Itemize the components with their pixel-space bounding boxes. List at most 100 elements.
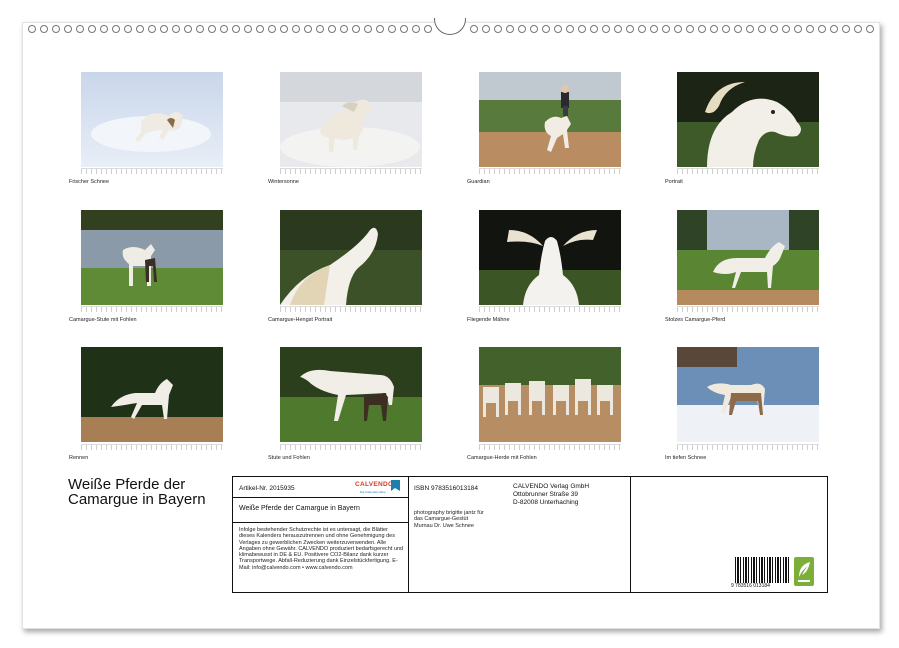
binding-ring bbox=[842, 25, 850, 33]
month-photo-12 bbox=[677, 347, 819, 442]
binding-ring bbox=[28, 25, 36, 33]
month-photo-8 bbox=[677, 210, 819, 305]
publisher-name: CALVENDO Verlag GmbH bbox=[513, 483, 589, 490]
binding-ring bbox=[650, 25, 658, 33]
month-caption-2: Wintersonne bbox=[268, 179, 299, 185]
binding-ring bbox=[674, 25, 682, 33]
binding-ring bbox=[866, 25, 874, 33]
binding-ring bbox=[268, 25, 276, 33]
binding-ring bbox=[364, 25, 372, 33]
binding-ring bbox=[494, 25, 502, 33]
month-caption-10: Stute und Fohlen bbox=[268, 455, 310, 461]
binding-ring bbox=[614, 25, 622, 33]
calvendo-logo-subtitle: Die Kalendermarke bbox=[360, 490, 386, 494]
binding-ring bbox=[686, 25, 694, 33]
month-caption-6: Camargue-Hengst Portrait bbox=[268, 317, 332, 323]
binding-ring bbox=[518, 25, 526, 33]
binding-ring bbox=[746, 25, 754, 33]
binding-ring bbox=[64, 25, 72, 33]
binding-ring bbox=[722, 25, 730, 33]
month-photo-3 bbox=[479, 72, 621, 167]
binding-ring bbox=[770, 25, 778, 33]
month-photo-9 bbox=[81, 347, 223, 442]
month-photo-5 bbox=[81, 210, 223, 305]
binding-ring bbox=[76, 25, 84, 33]
month-caption-12: Im tiefen Schnee bbox=[665, 455, 706, 461]
binding-ring bbox=[710, 25, 718, 33]
month-caption-11: Camargue-Herde mit Fohlen bbox=[467, 455, 537, 461]
binding-ring bbox=[256, 25, 264, 33]
month-caption-7: Fliegende Mähne bbox=[467, 317, 510, 323]
binding-ring bbox=[818, 25, 826, 33]
month-photo-2 bbox=[280, 72, 422, 167]
binding-ring bbox=[220, 25, 228, 33]
binding-ring bbox=[184, 25, 192, 33]
month-photo-10 bbox=[280, 347, 422, 442]
binding-ring bbox=[328, 25, 336, 33]
binding-ring bbox=[830, 25, 838, 33]
month-caption-4: Portrait bbox=[665, 179, 683, 185]
binding-ring bbox=[412, 25, 420, 33]
binding-ring bbox=[854, 25, 862, 33]
binding-ring bbox=[160, 25, 168, 33]
binding-ring bbox=[424, 25, 432, 33]
month-photo-4 bbox=[677, 72, 819, 167]
product-title: Weiße Pferde der Camargue in Bayern bbox=[239, 505, 360, 512]
month-caption-9: Rennen bbox=[69, 455, 88, 461]
binding-ring bbox=[566, 25, 574, 33]
binding-ring bbox=[626, 25, 634, 33]
isbn-barcode bbox=[735, 557, 791, 583]
binding-ring bbox=[542, 25, 550, 33]
month-caption-1: Frischer Schnee bbox=[69, 179, 109, 185]
article-number: Artikel-Nr. 2015935 bbox=[239, 485, 295, 492]
binding-ring bbox=[376, 25, 384, 33]
calvendo-flag-icon bbox=[391, 480, 400, 491]
binding-ring bbox=[232, 25, 240, 33]
binding-ring bbox=[806, 25, 814, 33]
month-caption-8: Stolzes Camargue-Pferd bbox=[665, 317, 725, 323]
binding-ring bbox=[244, 25, 252, 33]
binding-ring bbox=[304, 25, 312, 33]
calendar-title: Weiße Pferde der Camargue in Bayern bbox=[68, 477, 206, 507]
binding-ring bbox=[578, 25, 586, 33]
binding-ring bbox=[698, 25, 706, 33]
month-caption-5: Camargue-Stute mit Fohlen bbox=[69, 317, 137, 323]
month-photo-11 bbox=[479, 347, 621, 442]
binding-ring bbox=[352, 25, 360, 33]
binding-ring bbox=[482, 25, 490, 33]
binding-ring bbox=[602, 25, 610, 33]
binding-ring bbox=[758, 25, 766, 33]
binding-ring bbox=[292, 25, 300, 33]
barcode-number: 9 783516 013184 bbox=[731, 583, 770, 589]
publisher-street: Ottobrunner Straße 39 bbox=[513, 491, 578, 498]
month-photo-7 bbox=[479, 210, 621, 305]
binding-ring bbox=[280, 25, 288, 33]
binding-ring bbox=[52, 25, 60, 33]
binding-ring bbox=[100, 25, 108, 33]
binding-ring bbox=[148, 25, 156, 33]
eco-label-icon bbox=[794, 557, 814, 586]
binding-ring bbox=[782, 25, 790, 33]
legal-notice: Infolge bestehender Schutzrechte ist es … bbox=[239, 527, 404, 571]
month-photo-1 bbox=[81, 72, 223, 167]
month-caption-3: Guardian bbox=[467, 179, 490, 185]
binding-ring bbox=[638, 25, 646, 33]
binding-ring bbox=[112, 25, 120, 33]
binding-ring bbox=[794, 25, 802, 33]
binding-ring bbox=[340, 25, 348, 33]
publisher-city: D-82008 Unterhaching bbox=[513, 499, 578, 506]
calendar-title-line-1: Weiße Pferde der bbox=[68, 477, 206, 492]
calendar-title-line-2: Camargue in Bayern bbox=[68, 492, 206, 507]
binding-ring bbox=[662, 25, 670, 33]
binding-ring bbox=[554, 25, 562, 33]
binding-ring bbox=[400, 25, 408, 33]
binding-ring bbox=[316, 25, 324, 33]
binding-ring bbox=[388, 25, 396, 33]
binding-ring bbox=[208, 25, 216, 33]
month-photo-6 bbox=[280, 210, 422, 305]
binding-ring bbox=[470, 25, 478, 33]
binding-ring bbox=[530, 25, 538, 33]
photo-credit: photography brigitte jantz für das Camar… bbox=[414, 510, 486, 529]
calvendo-logo: CALVENDO bbox=[355, 481, 393, 488]
binding-ring bbox=[506, 25, 514, 33]
